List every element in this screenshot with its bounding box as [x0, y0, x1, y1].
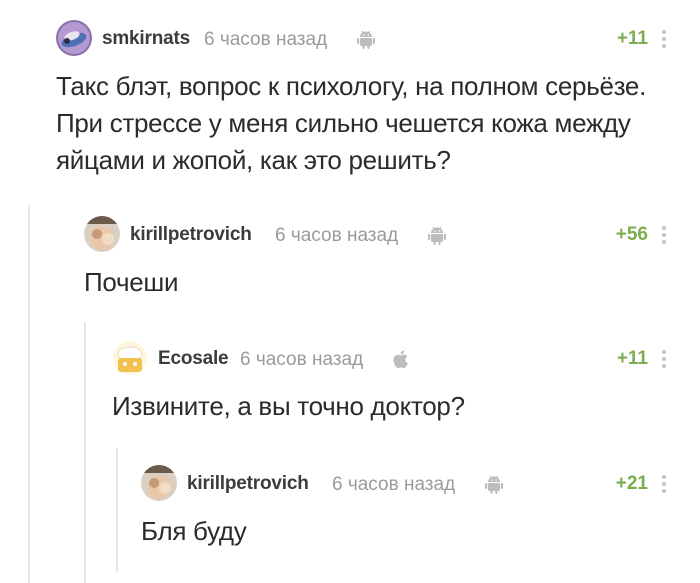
timestamp[interactable]: 6 часов назад [204, 29, 327, 51]
username[interactable]: Ecosale [158, 348, 229, 370]
comment: kirillpetrovich 6 часов назад +56 Почеши [84, 216, 670, 301]
android-icon [355, 28, 377, 50]
avatar[interactable] [112, 340, 148, 376]
comment: Ecosale 6 часов назад +11 Извините, а вы… [112, 340, 670, 425]
comment-header: smkirnats 6 часов назад +11 [56, 20, 670, 56]
comment-text: Бля буду [141, 516, 247, 546]
avatar[interactable] [141, 465, 177, 501]
username[interactable]: smkirnats [102, 28, 190, 50]
more-icon[interactable] [660, 27, 668, 51]
avatar[interactable] [84, 216, 120, 252]
timestamp[interactable]: 6 часов назад [275, 225, 398, 247]
rating: +11 [616, 28, 648, 49]
comment: smkirnats 6 часов назад +11 Такс блэт, в… [56, 20, 670, 179]
more-icon[interactable] [660, 347, 668, 371]
android-icon [483, 473, 505, 495]
thread-line [116, 448, 118, 572]
android-icon [426, 224, 448, 246]
comment-text: Такс блэт, вопрос к психологу, на полном… [56, 71, 647, 175]
comment-header: kirillpetrovich 6 часов назад +21 [141, 465, 670, 501]
comment: kirillpetrovich 6 часов назад +21 Бля бу… [141, 465, 670, 550]
more-icon[interactable] [660, 223, 668, 247]
username[interactable]: kirillpetrovich [187, 473, 309, 495]
avatar[interactable] [56, 20, 92, 56]
timestamp[interactable]: 6 часов назад [240, 349, 363, 371]
thread-line [84, 322, 86, 583]
rating: +56 [615, 224, 648, 245]
timestamp[interactable]: 6 часов назад [332, 474, 455, 496]
more-icon[interactable] [660, 472, 668, 496]
thread-line [28, 205, 30, 583]
comment-text: Извините, а вы точно доктор? [112, 391, 465, 421]
rating: +11 [616, 348, 648, 369]
apple-icon [390, 348, 412, 370]
rating: +21 [615, 473, 648, 494]
comment-text: Почеши [84, 267, 179, 297]
username[interactable]: kirillpetrovich [130, 224, 252, 246]
comment-header: kirillpetrovich 6 часов назад +56 [84, 216, 670, 252]
comment-header: Ecosale 6 часов назад +11 [112, 340, 670, 376]
